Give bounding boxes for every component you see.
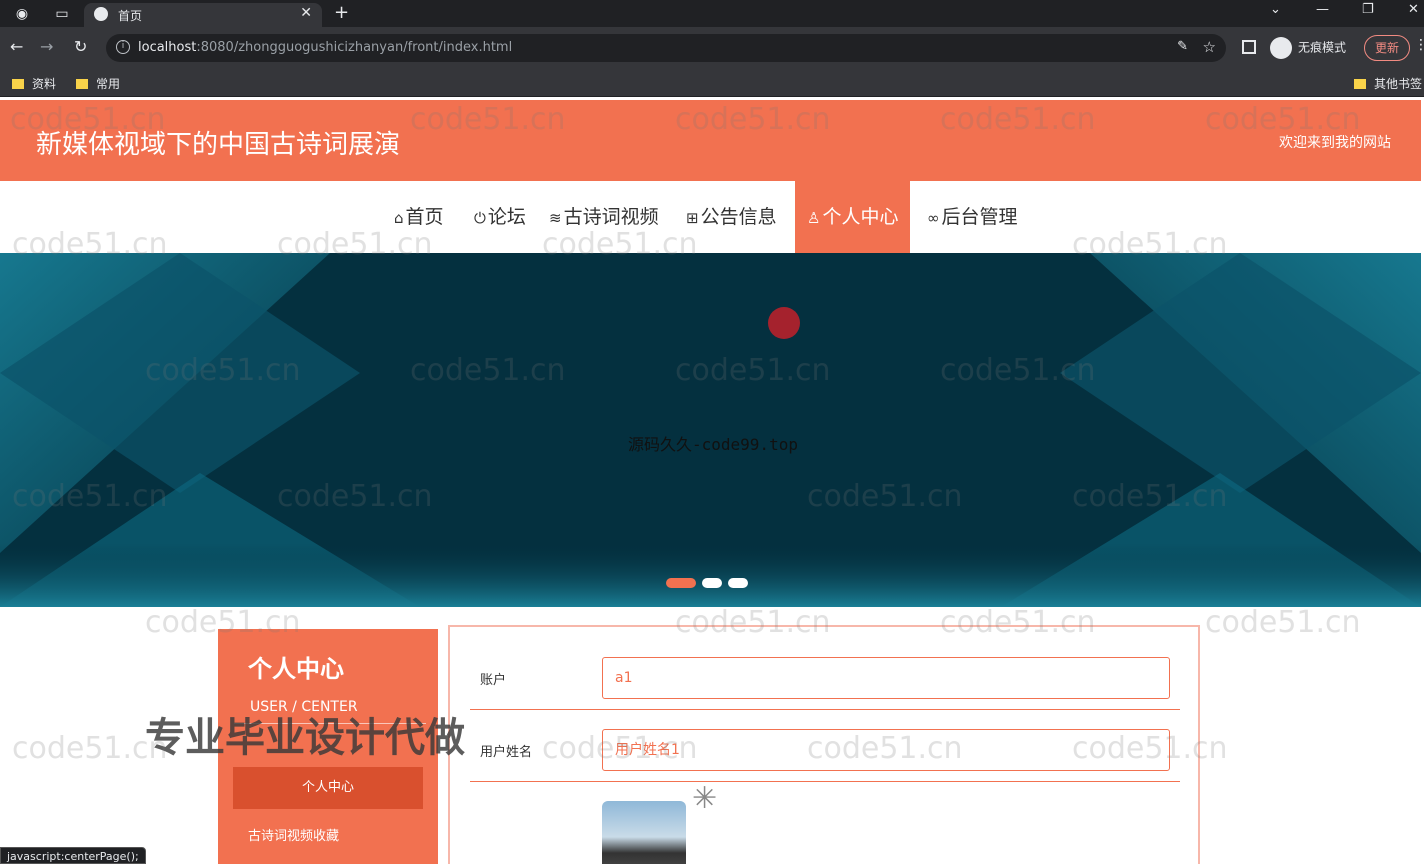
sidebar-item-video-favorites[interactable]: 古诗词视频收藏 (248, 825, 339, 844)
name-input[interactable]: 用户姓名1 (602, 729, 1170, 771)
info-icon[interactable]: i (116, 40, 130, 54)
power-icon: ⏻ (474, 209, 486, 227)
minimize-icon[interactable]: — (1316, 2, 1329, 17)
address-bar[interactable]: i localhost:8080/zhongguogushicizhanyan/… (106, 34, 1226, 62)
tab-search-icon[interactable]: ⌄ (1270, 2, 1281, 17)
folder-icon (1354, 79, 1366, 89)
sidebar-item-user-center[interactable]: 个人中心 (233, 767, 423, 809)
nav-admin[interactable]: ∞ 后台管理 (927, 181, 1018, 253)
hero-carousel[interactable]: 源码久久-code99.top (0, 253, 1421, 607)
globe-icon (94, 7, 108, 21)
carousel-dot[interactable] (702, 578, 722, 588)
browser-tab-strip: ◉ ▭ 首页 ✕ + ⌄ — ❐ ✕ (0, 0, 1424, 27)
form-divider (470, 781, 1180, 782)
incognito-icon (1270, 37, 1292, 59)
layers-icon: ≋ (549, 209, 562, 227)
tab-title: 首页 (118, 9, 143, 23)
status-bar: javascript:centerPage(); (0, 847, 146, 864)
carousel-indicators (666, 573, 754, 592)
bookmarks-bar: 资料 常用 其他书签 (0, 70, 1424, 97)
name-label: 用户姓名 (480, 745, 533, 760)
reload-icon[interactable]: ↻ (74, 37, 87, 56)
browser-tab[interactable]: 首页 ✕ (84, 3, 322, 27)
url-text[interactable]: localhost:8080/zhongguogushicizhanyan/fr… (138, 40, 512, 55)
update-button[interactable]: 更新 (1364, 35, 1410, 61)
cursor-highlight (768, 307, 800, 339)
loading-spinner-icon: ✳ (692, 781, 718, 816)
nav-forum[interactable]: ⏻ 论坛 (474, 181, 526, 253)
home-icon: ⌂ (394, 209, 404, 227)
tab-grid-icon[interactable]: ▭ (52, 4, 72, 24)
folder-icon (12, 79, 24, 89)
account-label: 账户 (480, 673, 507, 688)
form-divider (470, 709, 1180, 710)
avatar[interactable] (602, 801, 686, 864)
watermark: code51.cn (1205, 605, 1361, 640)
window-close-icon[interactable]: ✕ (1408, 2, 1419, 17)
back-icon[interactable]: ← (10, 37, 23, 56)
incognito-profile[interactable]: 无痕模式 (1270, 37, 1346, 59)
browser-toolbar: ← → ↻ i localhost:8080/zhongguogushicizh… (0, 27, 1424, 70)
book-icon: ⊞ (686, 209, 699, 227)
nav-user-center[interactable]: ♙ 个人中心 (795, 181, 911, 253)
forward-icon[interactable]: → (40, 37, 53, 56)
web-page: 新媒体视域下的中国古诗词展演 欢迎来到我的网站 ⌂ 首页 ⏻ 论坛 ≋ 古诗词视频 ⊞… (0, 97, 1424, 864)
nav-poetry-video[interactable]: ≋ 古诗词视频 (549, 181, 659, 253)
carousel-dot[interactable] (666, 578, 696, 588)
nav-home[interactable]: ⌂ 首页 (394, 181, 444, 253)
welcome-text: 欢迎来到我的网站 (1279, 135, 1391, 151)
profile-form: 账户 a1 用户姓名 用户姓名1 ✳ (448, 625, 1200, 864)
user-icon: ♙ (807, 209, 821, 227)
folder-icon (76, 79, 88, 89)
bookmark-folder[interactable]: 资料 (12, 75, 56, 92)
banner-caption: 源码久久-code99.top (628, 435, 798, 454)
carousel-dot[interactable] (728, 578, 748, 588)
promo-overlay: 专业毕业设计代做 (145, 715, 465, 761)
link-icon: ∞ (927, 209, 940, 227)
star-icon[interactable]: ☆ (1203, 38, 1216, 56)
sidebar-heading: 个人中心 (248, 655, 344, 683)
site-header: 新媒体视域下的中国古诗词展演 欢迎来到我的网站 (0, 100, 1421, 181)
nav-announcements[interactable]: ⊞ 公告信息 (686, 181, 777, 253)
bookmark-folder[interactable]: 常用 (76, 75, 120, 92)
other-bookmarks[interactable]: 其他书签 (1354, 75, 1422, 92)
restore-icon[interactable]: ❐ (1362, 2, 1374, 17)
close-tab-icon[interactable]: ✕ (300, 5, 312, 21)
new-tab-icon[interactable]: + (334, 2, 349, 23)
more-icon[interactable]: ⋮ (1414, 37, 1424, 53)
site-title: 新媒体视域下的中国古诗词展演 (36, 130, 401, 160)
main-nav: ⌂ 首页 ⏻ 论坛 ≋ 古诗词视频 ⊞ 公告信息 ♙ 个人中心 ∞ 后台管理 (0, 181, 1421, 253)
side-panel-icon[interactable] (1242, 40, 1256, 54)
browser-menu-icon[interactable]: ◉ (12, 4, 32, 24)
banner-background (0, 253, 1421, 607)
account-input[interactable]: a1 (602, 657, 1170, 699)
translate-icon[interactable]: ✎ (1177, 39, 1188, 54)
